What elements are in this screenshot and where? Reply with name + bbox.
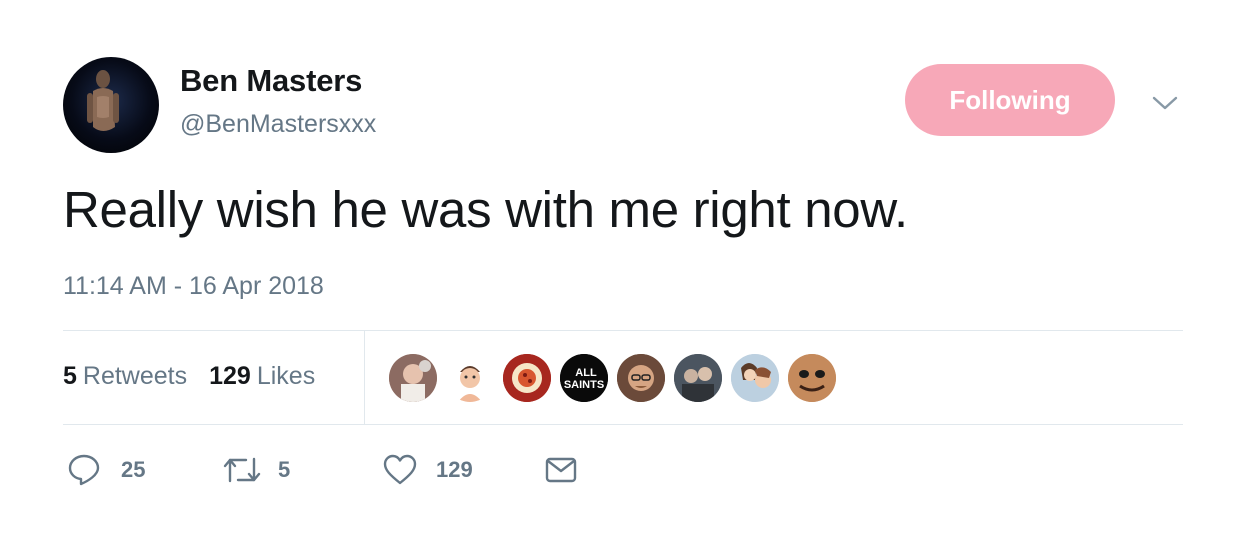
likes-stat[interactable]: 129 Likes	[209, 362, 315, 391]
direct-message-button[interactable]	[545, 455, 577, 485]
user-handle[interactable]: @BenMastersxxx	[180, 110, 376, 139]
like-button[interactable]: 129	[382, 453, 545, 487]
liker-avatar-4[interactable]: ALL SAINTS	[560, 354, 608, 402]
reply-count: 25	[121, 457, 146, 482]
likes-label: Likes	[256, 362, 316, 390]
liker-avatar-8[interactable]	[788, 354, 836, 402]
tweet-stats: 5 Retweets 129 Likes	[63, 362, 315, 391]
retweets-count: 5	[63, 362, 77, 390]
retweet-icon	[222, 453, 262, 487]
retweet-button[interactable]: 5	[222, 453, 382, 487]
divider-top	[63, 330, 1183, 331]
tweet-text: Really wish he was with me right now.	[63, 181, 908, 238]
liker-avatar-7[interactable]	[731, 354, 779, 402]
profile-avatar[interactable]	[63, 57, 159, 153]
liker-avatar-6[interactable]	[674, 354, 722, 402]
stats-divider	[364, 331, 365, 424]
likes-count: 129	[209, 362, 251, 390]
like-count: 129	[436, 457, 473, 482]
chevron-down-icon[interactable]	[1150, 88, 1180, 118]
tweet-actions: 25 5 129	[67, 453, 577, 487]
following-button[interactable]: Following	[905, 64, 1115, 136]
liker-avatar-2[interactable]	[446, 354, 494, 402]
display-name[interactable]: Ben Masters	[180, 63, 362, 99]
reply-icon	[67, 453, 101, 487]
liker-avatar-3[interactable]	[503, 354, 551, 402]
divider-bottom	[63, 424, 1183, 425]
retweets-stat[interactable]: 5 Retweets	[63, 362, 187, 391]
retweets-label: Retweets	[82, 362, 188, 390]
retweet-count: 5	[278, 457, 291, 482]
svg-text:ALL: ALL	[575, 367, 597, 379]
envelope-icon	[545, 455, 577, 485]
liker-avatar-5[interactable]	[617, 354, 665, 402]
tweet-timestamp[interactable]: 11:14 AM - 16 Apr 2018	[63, 272, 324, 301]
reply-button[interactable]: 25	[67, 453, 222, 487]
liker-avatar-1[interactable]	[389, 354, 437, 402]
liker-avatars: ALL SAINTS	[389, 354, 845, 402]
svg-text:SAINTS: SAINTS	[564, 379, 604, 391]
heart-icon	[382, 453, 418, 487]
